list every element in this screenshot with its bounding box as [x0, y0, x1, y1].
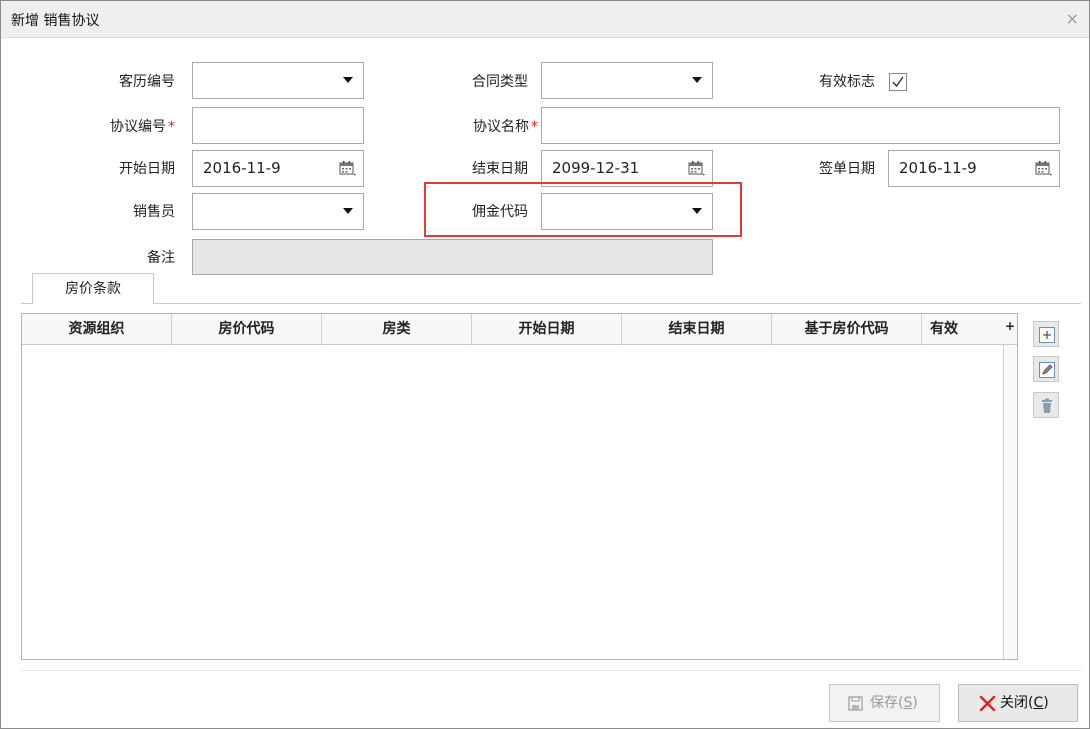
edit-icon [1039, 362, 1055, 378]
edit-row-button[interactable] [1033, 356, 1059, 382]
contract-type-label: 合同类型 [472, 74, 528, 90]
column-chooser-icon[interactable]: + [1005, 314, 1015, 341]
chevron-down-icon [343, 208, 353, 214]
start-date-label: 开始日期 [119, 161, 175, 177]
calendar-icon[interactable] [339, 160, 357, 177]
col-header[interactable]: 开始日期 [472, 314, 622, 345]
end-date-label: 结束日期 [472, 161, 528, 177]
sign-date-label: 签单日期 [819, 161, 875, 177]
required-mark: * [531, 119, 538, 135]
rate-terms-grid: 资源组织 房价代码 房类 开始日期 结束日期 基于房价代码 有效 + [21, 313, 1018, 660]
col-header[interactable]: 资源组织 [22, 314, 172, 345]
customer-no-select[interactable] [192, 62, 364, 99]
start-date-picker[interactable]: 2016-11-9 [192, 150, 364, 187]
close-button[interactable]: 关闭(C) [958, 684, 1078, 722]
save-label: 保存(S) [870, 695, 918, 711]
required-mark: * [168, 119, 175, 135]
salesperson-label: 销售员 [133, 204, 175, 220]
salesperson-select[interactable] [192, 193, 364, 230]
sign-date-picker[interactable]: 2016-11-9 [888, 150, 1060, 187]
agreement-no-input[interactable] [192, 107, 364, 144]
valid-flag-label: 有效标志 [819, 74, 875, 90]
customer-no-label: 客历编号 [119, 74, 175, 90]
dialog-title: 新增 销售协议 [11, 13, 100, 29]
close-icon [979, 695, 996, 712]
agreement-no-label: 协议编号 * [110, 119, 175, 135]
col-header-last[interactable]: 有效 + [922, 314, 1017, 345]
remark-label: 备注 [147, 250, 175, 266]
tab-divider [21, 303, 1081, 304]
col-header[interactable]: 房类 [322, 314, 472, 345]
title-bar: 新增 销售协议 × [1, 1, 1089, 38]
col-header[interactable]: 结束日期 [622, 314, 772, 345]
sales-agreement-dialog: 新增 销售协议 × 客历编号 合同类型 有效标志 协议编号 * 协议名称 * 开始日… [0, 0, 1090, 729]
add-icon [1039, 327, 1055, 343]
agreement-name-label: 协议名称 * [473, 119, 538, 135]
tab-rate-terms[interactable]: 房价条款 [32, 273, 154, 304]
save-button[interactable]: 保存(S) [829, 684, 940, 722]
close-icon[interactable]: × [1066, 9, 1079, 28]
col-header[interactable]: 基于房价代码 [772, 314, 922, 345]
checkmark-icon [892, 76, 904, 88]
trash-icon [1042, 398, 1052, 413]
chevron-down-icon [343, 77, 353, 83]
grid-header: 资源组织 房价代码 房类 开始日期 结束日期 基于房价代码 有效 + [22, 314, 1017, 345]
highlight-box [424, 182, 742, 237]
remark-input [192, 239, 713, 275]
grid-scrollbar[interactable] [1003, 345, 1017, 659]
valid-flag-checkbox[interactable] [889, 73, 907, 91]
delete-row-button[interactable] [1033, 392, 1059, 418]
close-label: 关闭(C) [1000, 695, 1049, 711]
add-row-button[interactable] [1033, 321, 1059, 347]
agreement-name-input[interactable] [541, 107, 1060, 144]
chevron-down-icon [692, 77, 702, 83]
footer-divider [21, 670, 1081, 671]
contract-type-select[interactable] [541, 62, 713, 99]
save-icon [848, 696, 863, 711]
col-header[interactable]: 房价代码 [172, 314, 322, 345]
calendar-icon[interactable] [1035, 160, 1053, 177]
calendar-icon[interactable] [688, 160, 706, 177]
